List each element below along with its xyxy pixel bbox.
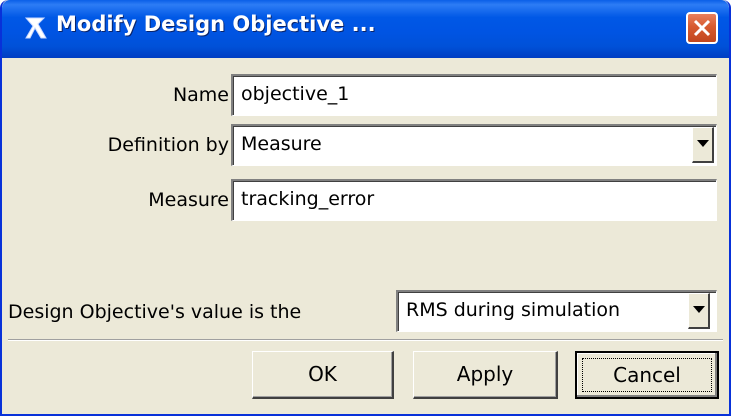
measure-label: Measure	[148, 189, 229, 211]
title-bar[interactable]: Modify Design Objective ...	[2, 0, 729, 58]
cancel-label: Cancel	[613, 363, 681, 387]
ok-button[interactable]: OK	[252, 351, 394, 399]
objective-value-label: Design Objective's value is the	[8, 301, 302, 323]
modify-design-objective-dialog: Modify Design Objective ... Name objecti…	[0, 0, 731, 416]
separator	[8, 339, 723, 341]
measure-input[interactable]: tracking_error	[231, 179, 717, 221]
adams-arrow-icon	[24, 15, 48, 41]
cancel-button[interactable]: Cancel	[575, 351, 719, 399]
objective-value-dropdown-button[interactable]	[688, 293, 710, 329]
name-input[interactable]: objective_1	[231, 74, 717, 116]
chevron-down-icon	[697, 140, 709, 147]
close-icon	[693, 19, 711, 37]
definition-by-dropdown-button[interactable]	[692, 127, 714, 163]
definition-by-value: Measure	[241, 133, 322, 155]
name-label: Name	[172, 84, 229, 106]
definition-by-label: Definition by	[107, 134, 229, 156]
chevron-down-icon	[693, 306, 705, 313]
definition-by-select[interactable]: Measure	[231, 124, 717, 166]
apply-button[interactable]: Apply	[413, 351, 558, 399]
objective-value-select[interactable]: RMS during simulation	[396, 290, 717, 332]
objective-value-selected: RMS during simulation	[406, 299, 621, 321]
close-button[interactable]	[686, 12, 718, 44]
window-title: Modify Design Objective ...	[56, 12, 376, 36]
